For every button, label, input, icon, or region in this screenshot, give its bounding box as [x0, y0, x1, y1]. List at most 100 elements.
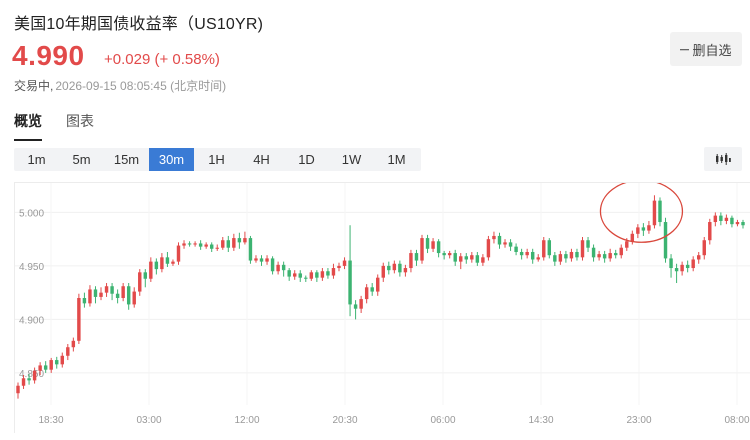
candle-body — [663, 222, 668, 259]
candle-body — [575, 251, 579, 258]
range-1w[interactable]: 1W — [329, 148, 374, 171]
candle-body — [209, 244, 214, 249]
candle-body — [625, 241, 629, 248]
candle-body — [569, 251, 574, 259]
candle-body — [221, 240, 225, 248]
candle-body — [104, 286, 109, 293]
price-change: +0.029 (+ 0.58%) — [104, 51, 220, 68]
x-tick-label: 14:30 — [528, 415, 553, 426]
candle-body — [88, 289, 92, 304]
candle-body — [597, 254, 601, 258]
tab-overview[interactable]: 概览 — [14, 111, 42, 141]
candle-body — [658, 200, 662, 223]
candle-body — [741, 222, 745, 226]
y-tick-label: 5.000 — [19, 208, 44, 219]
range-1m[interactable]: 1m — [14, 148, 59, 171]
candle-body — [110, 286, 114, 294]
chart-type-button[interactable] — [704, 147, 742, 171]
y-tick-label: 4.900 — [19, 315, 44, 326]
remove-watchlist-button[interactable]: 删自选 — [670, 32, 742, 66]
candle-body — [558, 254, 563, 262]
candle-body — [126, 286, 131, 305]
candle-body — [326, 271, 330, 276]
candle-body — [353, 304, 358, 309]
remove-watchlist-label: 删自选 — [692, 42, 732, 58]
candle-body — [259, 258, 264, 262]
candle-body — [425, 238, 430, 249]
range-15m[interactable]: 15m — [104, 148, 149, 171]
candle-body — [387, 265, 391, 271]
candle-body — [27, 378, 31, 381]
page-title: 美国10年期国债收益率（US10YR) — [14, 16, 264, 33]
status-timestamp: 2026-09-15 08:05:45 (北京时间) — [55, 79, 227, 93]
candle-body — [553, 255, 557, 262]
candle-body — [453, 253, 457, 262]
candle-body — [204, 244, 208, 247]
x-tick-label: 06:00 — [430, 415, 455, 426]
timeframe-selector: 1m 5m 15m 30m 1H 4H 1D 1W 1M — [14, 148, 421, 171]
candle-body — [276, 264, 280, 272]
minus-icon — [680, 48, 690, 50]
y-tick-label: 4.950 — [19, 262, 44, 273]
candle-body — [376, 277, 380, 292]
candle-body — [492, 235, 496, 240]
candle-body — [287, 270, 291, 277]
candle-body — [486, 239, 491, 258]
candle-body — [719, 215, 723, 221]
candle-body — [304, 277, 308, 279]
candle-body — [586, 240, 590, 248]
range-1h[interactable]: 1H — [194, 148, 239, 171]
candle-body — [320, 271, 325, 278]
range-4h[interactable]: 4H — [239, 148, 284, 171]
range-1mo[interactable]: 1M — [374, 148, 419, 171]
candlestick-chart: 5.0004.9504.9004.85018:30 03:00 12:00 20:30… — [15, 183, 750, 426]
candle-body — [530, 251, 535, 260]
candle-body — [165, 257, 170, 264]
candle-body — [187, 243, 192, 245]
candle-body — [43, 365, 48, 370]
tab-chart[interactable]: 图表 — [66, 111, 94, 141]
candle-body — [337, 265, 341, 269]
candle-body — [359, 299, 363, 309]
candle-body — [519, 251, 524, 256]
candle-body — [93, 289, 98, 297]
market-status: 交易中, 2026-09-15 08:05:45 (北京时间) — [14, 77, 226, 94]
candle-body — [475, 255, 480, 263]
candlestick-icon — [716, 153, 731, 165]
candle-body — [713, 215, 718, 223]
candle-body — [730, 217, 734, 225]
candle-body — [38, 365, 42, 371]
candle-body — [121, 286, 125, 298]
candle-body — [580, 240, 585, 258]
candle-body — [708, 222, 712, 241]
candle-body — [542, 240, 546, 258]
price-chart[interactable]: 5.000 4.950 4.900 4.850 18:30 03:00 12:00 20:30… — [14, 182, 750, 433]
range-1d[interactable]: 1D — [284, 148, 329, 171]
candle-body — [420, 238, 424, 261]
candle-body — [55, 360, 59, 365]
candle-body — [331, 268, 336, 276]
candle-body — [735, 222, 740, 225]
candle-body — [442, 253, 446, 256]
candle-body — [547, 240, 552, 256]
candle-body — [71, 340, 76, 348]
candle-body — [536, 257, 540, 260]
candle-body — [237, 238, 242, 243]
candle-body — [226, 240, 231, 248]
candle-body — [176, 245, 181, 262]
candle-body — [470, 255, 474, 260]
candle-body — [503, 242, 507, 245]
range-5m[interactable]: 5m — [59, 148, 104, 171]
candle-body — [243, 238, 247, 243]
range-30m[interactable]: 30m — [149, 148, 194, 171]
candle-body — [619, 247, 623, 256]
candle-body — [669, 258, 673, 269]
candle-body — [370, 287, 374, 292]
candle-body — [525, 251, 529, 256]
candle-body — [315, 272, 319, 278]
candle-body — [348, 260, 352, 305]
x-tick-label: 20:30 — [332, 415, 357, 426]
candle-body — [198, 243, 203, 247]
candle-body — [171, 261, 175, 264]
candle-body — [281, 264, 286, 271]
